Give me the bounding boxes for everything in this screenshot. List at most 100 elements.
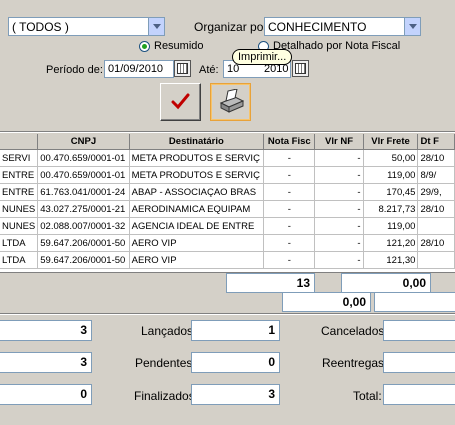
cell: - <box>263 217 316 235</box>
finalizados-field: 3 <box>191 384 280 405</box>
total-frete-field: 0,00 <box>341 273 431 293</box>
radio-resumido-label: Resumido <box>154 40 204 52</box>
table-row[interactable]: ENTRE 61.763.041/0001-24 ABAP - ASSOCIAÇ… <box>0 183 455 201</box>
col-header[interactable] <box>0 134 39 150</box>
cell: 50,00 <box>363 149 419 167</box>
table-row[interactable]: ENTRE 00.470.659/0001-01 META PRODUTOS E… <box>0 166 455 184</box>
radio-resumido[interactable] <box>139 41 150 52</box>
printer-icon <box>219 89 245 113</box>
table-row[interactable]: SERVI 00.470.659/0001-01 META PRODUTOS E… <box>0 149 455 167</box>
col-header-vlr-frete[interactable]: Vlr Frete <box>363 134 419 150</box>
cell: 59.647.206/0001-50 <box>37 234 130 252</box>
cell: 8.217,73 <box>363 200 419 218</box>
cell: - <box>263 166 316 184</box>
cell: META PRODUTOS E SERVIÇ <box>129 149 265 167</box>
pendentes-value: 0 <box>268 355 275 369</box>
category-combo[interactable]: ( TODOS ) <box>8 17 165 36</box>
cell: - <box>263 183 316 201</box>
reentregas-field <box>383 352 455 373</box>
cell: ENTRE <box>0 166 39 184</box>
cell <box>417 217 455 235</box>
calendar-icon[interactable] <box>292 60 309 77</box>
total-count-field: 13 <box>226 273 315 293</box>
results-table: CNPJ Destinatário Nota Fisc Vlr NF Vlr F… <box>0 134 455 269</box>
total-nf: 0,00 <box>342 295 366 309</box>
periodo-label: Período de: <box>46 64 103 76</box>
cell: LTDA <box>0 234 39 252</box>
organize-combo[interactable]: CONHECIMENTO <box>264 17 421 36</box>
cell <box>417 251 455 269</box>
table-row[interactable]: NUNES 02.088.007/0001-32 AGENCIA IDEAL D… <box>0 217 455 235</box>
cell: META PRODUTOS E SERVIÇ <box>129 166 265 184</box>
cell: 121,20 <box>363 234 419 252</box>
summary-left-2-value: 3 <box>80 355 87 369</box>
print-tooltip-text: Imprimir... <box>238 51 287 63</box>
col-header-nota-fisc[interactable]: Nota Fisc <box>263 134 316 150</box>
col-header-dt-f[interactable]: Dt F <box>417 134 455 150</box>
cell: - <box>314 217 364 235</box>
cell: - <box>314 200 364 218</box>
lancados-value: 1 <box>268 323 275 337</box>
col-header-cnpj[interactable]: CNPJ <box>37 134 130 150</box>
print-button[interactable] <box>210 83 251 121</box>
checkmark-icon <box>171 93 190 110</box>
category-dropdown-button[interactable] <box>148 18 164 35</box>
cell: - <box>263 251 316 269</box>
table-row[interactable]: LTDA 59.647.206/0001-50 AERO VIP - - 121… <box>0 251 455 269</box>
reentregas-label: Reentregas: <box>322 356 388 370</box>
cell: 00.470.659/0001-01 <box>37 166 130 184</box>
date-from-field[interactable]: 01/09/2010 <box>104 60 174 78</box>
chevron-down-icon <box>408 24 417 29</box>
cell: - <box>263 234 316 252</box>
cell: 02.088.007/0001-32 <box>37 217 130 235</box>
calendar-icon[interactable] <box>174 60 191 77</box>
finalizados-label: Finalizados: <box>134 389 199 403</box>
cell: 119,00 <box>363 166 419 184</box>
table-row[interactable]: LTDA 59.647.206/0001-50 AERO VIP - - 121… <box>0 234 455 252</box>
cell: - <box>314 166 364 184</box>
cell: - <box>263 149 316 167</box>
col-header-vlr-nf[interactable]: Vlr NF <box>314 134 364 150</box>
confirm-button[interactable] <box>160 83 201 121</box>
cell: NUNES <box>0 200 39 218</box>
cell: ABAP - ASSOCIAÇAO BRAS <box>129 183 265 201</box>
chevron-down-icon <box>152 24 161 29</box>
cell: - <box>263 200 316 218</box>
cell: NUNES <box>0 217 39 235</box>
summary-left-3-value: 0 <box>80 387 87 401</box>
lancados-label: Lançados: <box>141 324 197 338</box>
cell: 00.470.659/0001-01 <box>37 149 130 167</box>
summary-left-3: 0 <box>0 384 92 405</box>
cell: - <box>314 183 364 201</box>
summary-left-1-value: 3 <box>80 323 87 337</box>
cell: 43.027.275/0001-21 <box>37 200 130 218</box>
total-extra-field <box>374 292 455 312</box>
cell: LTDA <box>0 251 39 269</box>
print-tooltip: Imprimir... <box>232 49 293 65</box>
organize-label: Organizar por: <box>194 20 271 34</box>
summary-left-2: 3 <box>0 352 92 373</box>
organize-dropdown-button[interactable] <box>404 18 420 35</box>
cell: 8/9/ <box>417 166 455 184</box>
summary-left-1: 3 <box>0 320 92 341</box>
radio-detalhado-label: Detalhado por Nota Fiscal <box>273 40 401 52</box>
total-field <box>383 384 455 405</box>
total-nf-field: 0,00 <box>282 292 371 312</box>
cell: - <box>314 234 364 252</box>
col-header-destinatario[interactable]: Destinatário <box>129 134 265 150</box>
pendentes-label: Pendentes: <box>135 356 196 370</box>
lancados-field: 1 <box>191 320 280 341</box>
table-row[interactable]: NUNES 43.027.275/0001-21 AERODINAMICA EQ… <box>0 200 455 218</box>
cell: 28/10 <box>417 234 455 252</box>
total-label: Total: <box>353 389 382 403</box>
organize-value: CONHECIMENTO <box>268 20 367 34</box>
cell: AGENCIA IDEAL DE ENTRE <box>129 217 265 235</box>
ate-label: Até: <box>199 64 219 76</box>
results-grid[interactable]: CNPJ Destinatário Nota Fisc Vlr NF Vlr F… <box>0 134 455 272</box>
date-from-value: 01/09/2010 <box>108 63 164 75</box>
cell: 29/9, <box>417 183 455 201</box>
pendentes-field: 0 <box>191 352 280 373</box>
cell: 121,30 <box>363 251 419 269</box>
total-frete: 0,00 <box>402 276 426 290</box>
total-count: 13 <box>296 276 310 290</box>
